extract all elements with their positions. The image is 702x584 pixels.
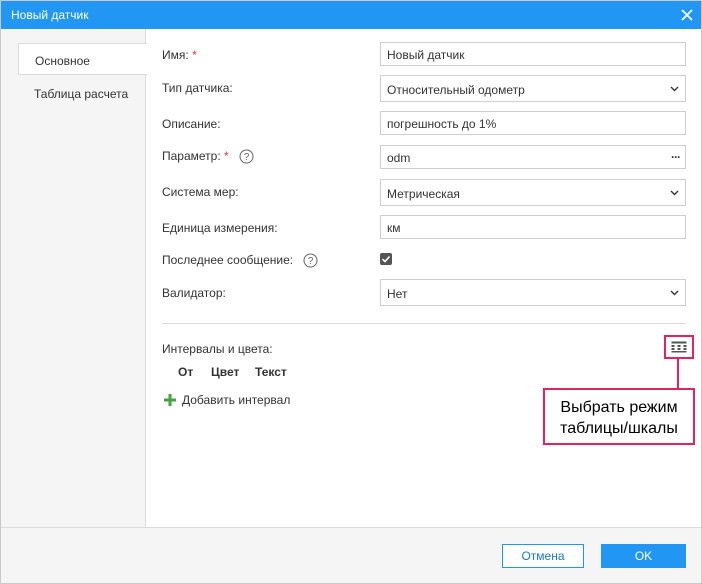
dialog-footer: Отмена OK	[1, 527, 701, 583]
dialog-sidebar: Основное Таблица расчета	[1, 29, 147, 527]
measure-system-value: Метрическая	[387, 187, 460, 201]
measure-system-select[interactable]: Метрическая	[380, 179, 686, 206]
callout-box: Выбрать режим таблицы/шкалы	[543, 388, 695, 445]
name-input[interactable]: Новый датчик	[380, 42, 686, 66]
unit-label: Единица измерения:	[162, 221, 278, 235]
new-sensor-dialog: Новый датчик Основное Таблица расчета Им…	[0, 0, 702, 584]
sensor-type-value: Относительный одометр	[387, 83, 525, 97]
callout-line-1: Выбрать режим	[560, 399, 678, 416]
svg-text:?: ?	[243, 152, 249, 163]
sensor-type-select[interactable]: Относительный одометр	[380, 75, 686, 102]
basic-settings-panel: Имя: * Новый датчик Тип датчика: Относит…	[147, 29, 701, 527]
table-mode-icon	[671, 341, 687, 353]
measure-system-label: Система мер:	[162, 185, 239, 199]
ok-button[interactable]: OK	[601, 544, 686, 568]
cancel-button[interactable]: Отмена	[502, 544, 584, 568]
sensor-type-label: Тип датчика:	[162, 81, 233, 95]
chevron-down-icon	[670, 190, 679, 196]
description-label: Описание:	[162, 117, 221, 131]
callout-line-2: таблицы/шкалы	[560, 420, 678, 437]
required-mark: *	[192, 48, 197, 62]
intervals-colors-label: Интервалы и цвета:	[162, 342, 273, 356]
add-interval-label: Добавить интервал	[182, 393, 291, 407]
close-icon[interactable]	[679, 7, 695, 23]
required-mark: *	[224, 149, 229, 163]
column-header-color: Цвет	[211, 365, 240, 379]
svg-text:?: ?	[308, 256, 314, 267]
callout-connector	[677, 359, 679, 388]
tab-calculation-table[interactable]: Таблица расчета	[18, 77, 146, 109]
dialog-title: Новый датчик	[11, 8, 89, 22]
table-scale-mode-button[interactable]	[664, 335, 694, 359]
chevron-down-icon	[670, 290, 679, 296]
section-divider	[162, 323, 686, 324]
chevron-down-icon	[670, 86, 679, 92]
add-interval-button[interactable]: Добавить интервал	[164, 393, 290, 407]
column-header-from: От	[178, 365, 194, 379]
last-message-label: Последнее сообщение:?	[162, 253, 318, 268]
validator-select[interactable]: Нет	[380, 279, 686, 306]
name-label: Имя: *	[162, 48, 197, 62]
unit-input[interactable]: км	[380, 215, 686, 239]
tab-basic[interactable]: Основное	[18, 43, 147, 75]
help-icon[interactable]: ?	[303, 253, 318, 268]
column-header-text: Текст	[255, 365, 287, 379]
parameter-value: odm	[387, 151, 411, 165]
description-input[interactable]: погрешность до 1%	[380, 111, 686, 135]
parameter-input[interactable]: odm ···	[380, 145, 686, 169]
dialog-titlebar: Новый датчик	[1, 1, 701, 29]
last-message-checkbox[interactable]	[380, 253, 392, 265]
more-options-icon[interactable]: ···	[671, 151, 681, 163]
validator-value: Нет	[387, 287, 408, 301]
parameter-label: Параметр: *?	[162, 149, 254, 164]
help-icon[interactable]: ?	[239, 149, 254, 164]
checkmark-icon	[381, 255, 391, 263]
plus-icon	[164, 394, 176, 406]
validator-label: Валидатор:	[162, 286, 226, 300]
